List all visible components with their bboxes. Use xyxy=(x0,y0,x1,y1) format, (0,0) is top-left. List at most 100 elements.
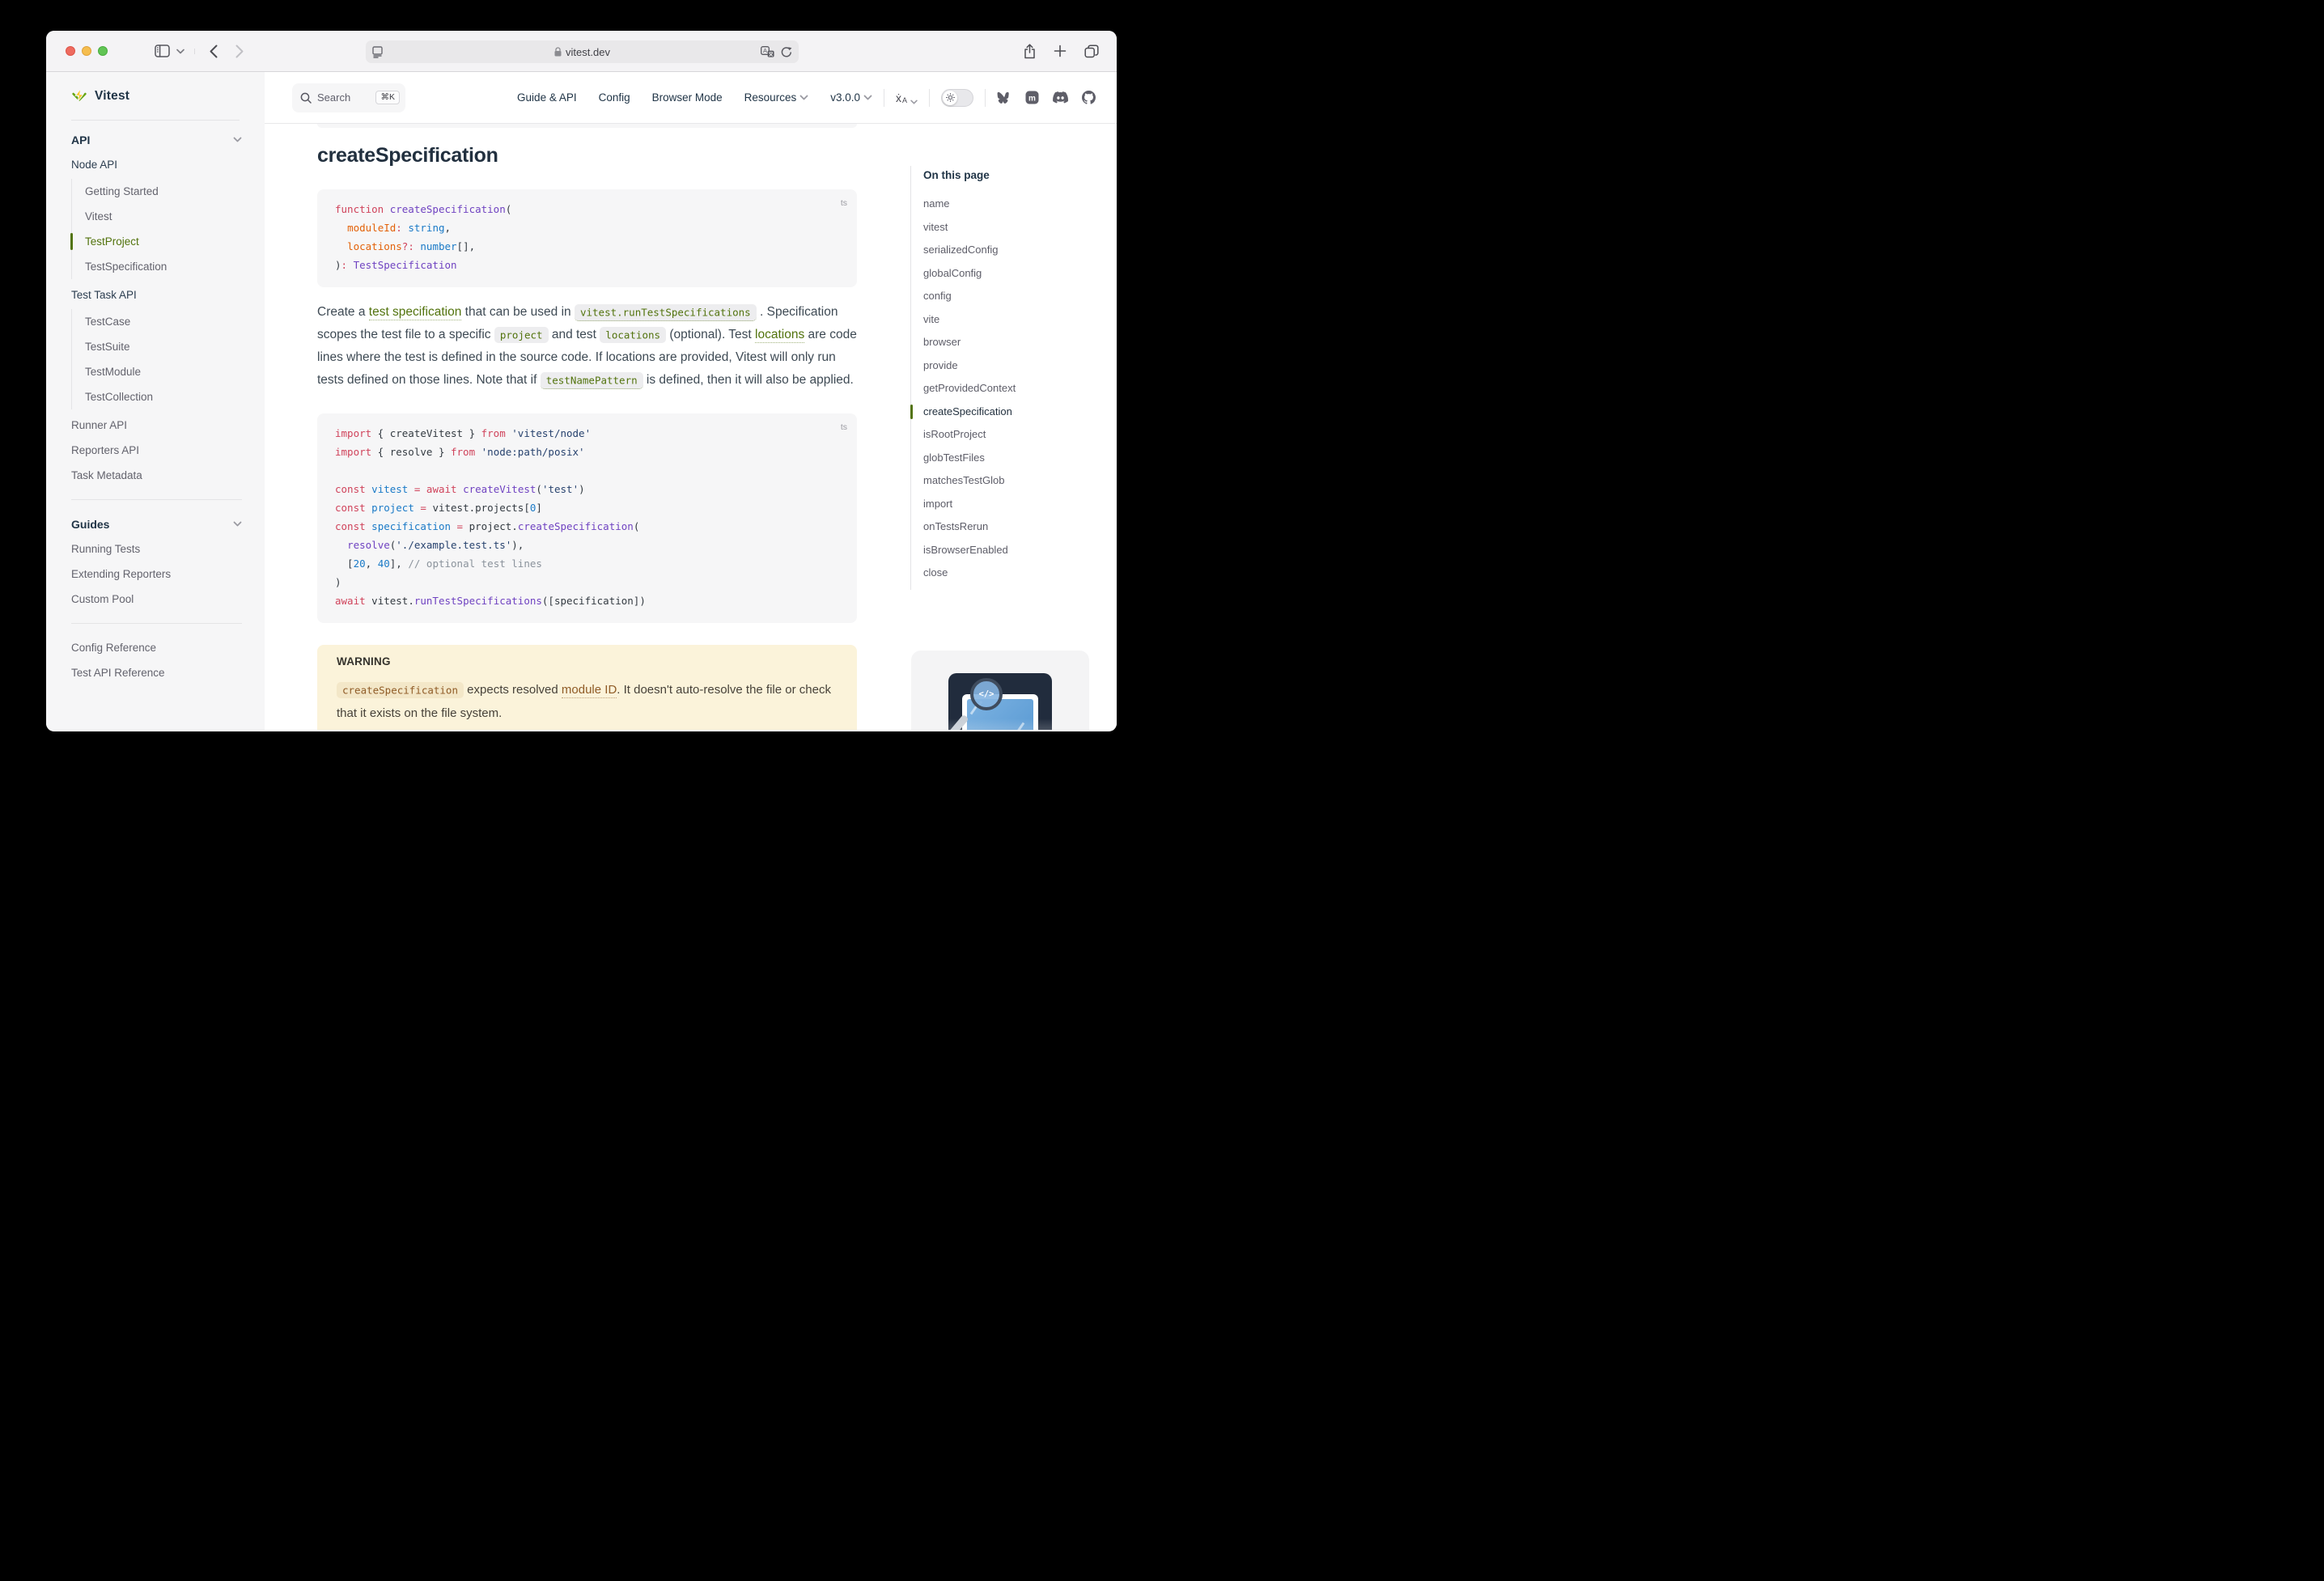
search-icon xyxy=(300,92,312,104)
code-line: locations?: number[], xyxy=(335,237,839,256)
sidebar-item-extending-reporters[interactable]: Extending Reporters xyxy=(71,562,242,587)
sidebar-item-task-metadata[interactable]: Task Metadata xyxy=(71,463,242,488)
page-content: createSpecification ts function createSp… xyxy=(265,124,1117,730)
sponsor-ad-card[interactable]: </> xyxy=(911,651,1089,730)
code-block-signature: ts function createSpecification( moduleI… xyxy=(317,189,857,287)
search-input[interactable]: Search ⌘K xyxy=(292,83,405,112)
toc-item-createspecification[interactable]: createSpecification xyxy=(923,401,1098,424)
sidebar-item-testspecification[interactable]: TestSpecification xyxy=(85,254,242,279)
nav-dropdown-label: v3.0.0 xyxy=(830,91,860,104)
toc-item-vite[interactable]: vite xyxy=(923,308,1098,332)
toc-item-isrootproject[interactable]: isRootProject xyxy=(923,423,1098,447)
share-icon[interactable] xyxy=(1024,44,1036,59)
sidebar-item-node-api[interactable]: Node API xyxy=(71,152,242,177)
toc-item-globtestfiles[interactable]: globTestFiles xyxy=(923,447,1098,470)
close-window-button[interactable] xyxy=(66,46,75,56)
inline-code-link[interactable]: testNamePattern xyxy=(541,372,643,389)
text-link[interactable]: locations xyxy=(755,328,804,343)
sidebar-item-getting-started[interactable]: Getting Started xyxy=(85,179,242,204)
warning-title: WARNING xyxy=(337,655,838,668)
tab-overview-icon[interactable] xyxy=(1084,45,1099,58)
mastodon-icon[interactable]: m xyxy=(1025,91,1039,104)
toc-item-close[interactable]: close xyxy=(923,562,1098,585)
sidebar-item-config-reference[interactable]: Config Reference xyxy=(71,635,242,660)
chevron-down-icon xyxy=(233,137,242,142)
nav-link-config[interactable]: Config xyxy=(599,91,630,104)
url-display: vitest.dev xyxy=(366,46,799,58)
inline-code-link[interactable]: vitest.runTestSpecifications xyxy=(575,304,757,321)
toc-item-provide[interactable]: provide xyxy=(923,354,1098,378)
bluesky-icon[interactable] xyxy=(997,91,1011,104)
code-line: ): TestSpecification xyxy=(335,256,839,274)
sidebar-item-running-tests[interactable]: Running Tests xyxy=(71,536,242,562)
nav-dropdown-v3-0-0[interactable]: v3.0.0 xyxy=(830,91,872,104)
sidebar-item-testcase[interactable]: TestCase xyxy=(85,309,242,334)
zoom-window-button[interactable] xyxy=(98,46,108,56)
nav-link-browser-mode[interactable]: Browser Mode xyxy=(652,91,723,104)
sidebar-group-divider xyxy=(71,499,242,500)
language-switcher[interactable]: ẋA xyxy=(896,91,918,104)
theme-toggle[interactable] xyxy=(941,89,973,107)
chevron-down-icon xyxy=(863,95,872,100)
sidebar-section-label: Guides xyxy=(71,518,109,531)
text-link[interactable]: test specification xyxy=(369,305,462,320)
translate-icon[interactable]: A xyxy=(761,46,774,57)
sidebar-toggle-icon[interactable] xyxy=(155,45,170,57)
sidebar-item-testsuite[interactable]: TestSuite xyxy=(85,334,242,359)
sidebar-section-api[interactable]: API xyxy=(71,127,242,152)
forward-button[interactable] xyxy=(235,45,244,58)
sidebar-item-test-task-api[interactable]: Test Task API xyxy=(71,282,242,307)
sidebar-subgroup: Getting StartedVitestTestProjectTestSpec… xyxy=(71,179,242,279)
toc-item-globalconfig[interactable]: globalConfig xyxy=(923,262,1098,286)
sun-icon xyxy=(946,93,955,102)
toc-item-config[interactable]: config xyxy=(923,285,1098,308)
nav-dropdown-resources[interactable]: Resources xyxy=(744,91,809,104)
code-line: const project = vitest.projects[0] xyxy=(335,498,839,517)
toc-item-serializedconfig[interactable]: serializedConfig xyxy=(923,239,1098,262)
nav-divider xyxy=(985,89,986,107)
sidebar-item-testcollection[interactable]: TestCollection xyxy=(85,384,242,409)
toc-item-getprovidedcontext[interactable]: getProvidedContext xyxy=(923,377,1098,401)
top-navbar: Search ⌘K Guide & API Config Browser Mode R… xyxy=(265,72,1117,124)
toc-item-isbrowserenabled[interactable]: isBrowserEnabled xyxy=(923,539,1098,562)
sidebar-section-guides[interactable]: Guides xyxy=(71,511,242,536)
github-icon[interactable] xyxy=(1082,91,1096,104)
reload-icon[interactable] xyxy=(781,46,792,58)
code-line: resolve('./example.test.ts'), xyxy=(335,536,839,554)
sidebar-subgroup: TestCaseTestSuiteTestModuleTestCollectio… xyxy=(71,309,242,409)
back-button[interactable] xyxy=(210,45,218,58)
toc-item-name[interactable]: name xyxy=(923,193,1098,216)
nav-link-guide-api[interactable]: Guide & API xyxy=(517,91,577,104)
chevron-down-icon xyxy=(910,100,918,104)
toc-item-vitest[interactable]: vitest xyxy=(923,216,1098,239)
sidebar-item-testmodule[interactable]: TestModule xyxy=(85,359,242,384)
sidebar-item-test-api-reference[interactable]: Test API Reference xyxy=(71,660,242,685)
minimize-window-button[interactable] xyxy=(82,46,91,56)
toc-item-ontestsrerun[interactable]: onTestsRerun xyxy=(923,515,1098,539)
discord-icon[interactable] xyxy=(1053,91,1068,104)
toc-item-import[interactable]: import xyxy=(923,493,1098,516)
sidebar-item-runner-api[interactable]: Runner API xyxy=(71,413,242,438)
chevron-down-icon xyxy=(799,95,808,100)
new-tab-icon[interactable] xyxy=(1054,45,1067,57)
sidebar-menu-chevron-icon[interactable] xyxy=(176,49,195,54)
code-lang-badge: ts xyxy=(841,194,847,213)
browser-toolbar: vitest.dev A xyxy=(46,31,1117,72)
address-bar[interactable]: vitest.dev A xyxy=(366,40,799,63)
sidebar-nav: APINode APIGetting StartedVitestTestProj… xyxy=(46,121,265,685)
sidebar-item-reporters-api[interactable]: Reporters API xyxy=(71,438,242,463)
inline-code: locations xyxy=(600,327,666,343)
docs-sidebar: Vitest APINode APIGetting StartedVitestT… xyxy=(46,72,265,731)
code-lang-badge: ts xyxy=(841,418,847,437)
text-link[interactable]: module ID xyxy=(562,683,617,698)
url-text: vitest.dev xyxy=(566,46,610,58)
sidebar-item-testproject[interactable]: TestProject xyxy=(85,229,242,254)
warning-body: createSpecification expects resolved mod… xyxy=(337,678,838,725)
toc-item-browser[interactable]: browser xyxy=(923,331,1098,354)
code-line: function createSpecification( xyxy=(335,200,839,218)
toc-item-matchestestglob[interactable]: matchesTestGlob xyxy=(923,469,1098,493)
sidebar-item-vitest[interactable]: Vitest xyxy=(85,204,242,229)
site-logo[interactable]: Vitest xyxy=(46,72,265,120)
sidebar-item-custom-pool[interactable]: Custom Pool xyxy=(71,587,242,612)
code-line: moduleId: string, xyxy=(335,218,839,237)
